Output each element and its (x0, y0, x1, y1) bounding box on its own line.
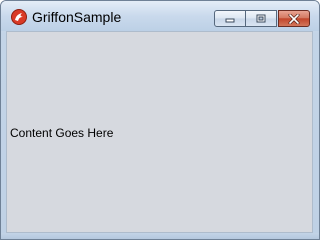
close-icon (288, 13, 300, 24)
maximize-button[interactable] (246, 10, 277, 27)
title-bar[interactable]: GriffonSample (1, 1, 319, 31)
window-bottom-border[interactable] (1, 233, 319, 239)
maximize-icon (256, 14, 266, 22)
app-window: GriffonSample Content Goes Here (0, 0, 320, 240)
window-title: GriffonSample (32, 9, 122, 25)
close-button[interactable] (278, 10, 310, 27)
content-label: Content Goes Here (10, 126, 114, 140)
griffon-app-icon[interactable] (11, 9, 27, 25)
content-panel: Content Goes Here (6, 31, 313, 233)
minimize-button[interactable] (214, 10, 246, 27)
minimize-icon (225, 18, 235, 22)
